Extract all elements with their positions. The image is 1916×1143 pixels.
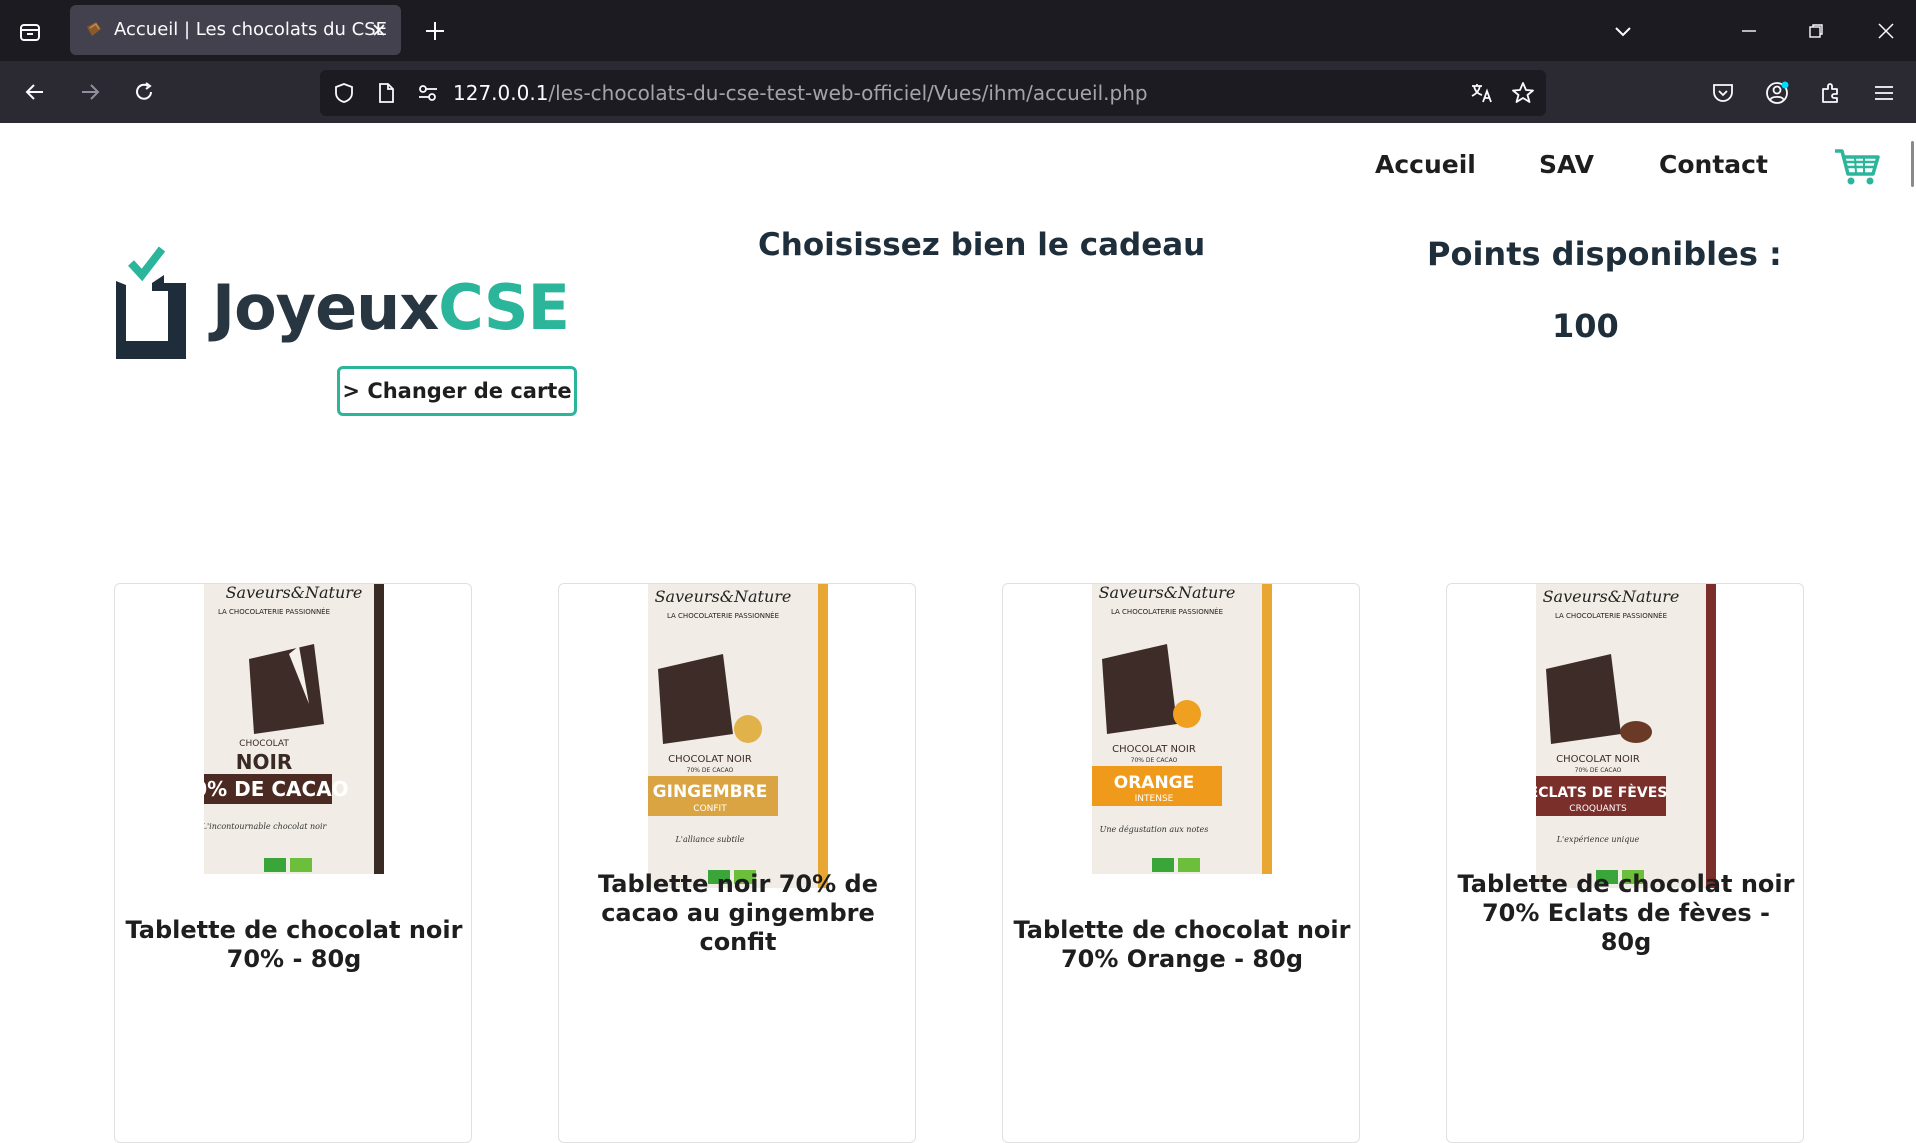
page-icon[interactable]	[372, 79, 400, 107]
svg-text:CHOCOLAT NOIR: CHOCOLAT NOIR	[668, 754, 752, 765]
product-image[interactable]: Saveurs&Nature LA CHOCOLATERIE PASSIONNÉ…	[1092, 584, 1272, 874]
points-value: 100	[1552, 307, 1619, 345]
svg-text:Saveurs&Nature: Saveurs&Nature	[1099, 584, 1236, 602]
tab-title: Accueil | Les chocolats du CSE	[114, 19, 388, 40]
pocket-icon[interactable]	[1708, 78, 1738, 108]
menu-icon[interactable]	[1869, 78, 1899, 108]
svg-text:Une dégustation aux notes: Une dégustation aux notes	[1100, 825, 1209, 834]
page-scrollbar-thumb[interactable]	[1911, 141, 1914, 187]
svg-text:Saveurs&Nature: Saveurs&Nature	[655, 587, 792, 606]
restore-icon[interactable]	[1801, 16, 1831, 46]
svg-text:CHOCOLAT: CHOCOLAT	[239, 739, 289, 749]
svg-text:Saveurs&Nature: Saveurs&Nature	[1543, 587, 1680, 606]
account-icon[interactable]	[1762, 78, 1792, 108]
back-icon[interactable]	[20, 77, 50, 107]
svg-text:70% DE CACAO: 70% DE CACAO	[1575, 767, 1622, 774]
url-path: /les-chocolats-du-cse-test-web-officiel/…	[548, 81, 1148, 105]
site-permissions-icon[interactable]	[414, 79, 442, 107]
product-image[interactable]: Saveurs&Nature LA CHOCOLATERIE PASSIONNÉ…	[204, 584, 384, 874]
svg-text:Saveurs&Nature: Saveurs&Nature	[226, 584, 363, 602]
url-text[interactable]: 127.0.0.1/les-chocolats-du-cse-test-web-…	[453, 70, 1148, 116]
svg-text:CHOCOLAT NOIR: CHOCOLAT NOIR	[1112, 744, 1196, 755]
extensions-icon[interactable]	[1816, 78, 1846, 108]
browser-tab-active[interactable]: Accueil | Les chocolats du CSE	[70, 5, 401, 55]
favicon-icon	[84, 19, 104, 39]
product-title[interactable]: Tablette de chocolat noir 70% Eclats de …	[1457, 870, 1795, 957]
svg-text:CHOCOLAT NOIR: CHOCOLAT NOIR	[1556, 754, 1640, 765]
url-bar[interactable]: 127.0.0.1/les-chocolats-du-cse-test-web-…	[320, 70, 1546, 116]
svg-text:L'incontournable chocolat noir: L'incontournable chocolat noir	[204, 822, 328, 831]
logo-text-cse: CSE	[438, 271, 570, 344]
url-host: 127.0.0.1	[453, 81, 549, 105]
page-headline: Choisissez bien le cadeau	[758, 227, 1206, 263]
svg-text:70% DE CACAO: 70% DE CACAO	[1131, 757, 1178, 764]
close-window-icon[interactable]	[1871, 16, 1901, 46]
new-tab-icon[interactable]	[420, 16, 450, 46]
product-card[interactable]: Saveurs&Nature LA CHOCOLATERIE PASSIONNÉ…	[114, 583, 472, 1143]
reload-icon[interactable]	[129, 77, 159, 107]
joyeuxcse-logo: JoyeuxCSE	[112, 243, 572, 373]
product-image[interactable]: Saveurs&Nature LA CHOCOLATERIE PASSIONNÉ…	[1536, 584, 1716, 888]
tab-list-icon[interactable]	[16, 18, 44, 46]
product-card[interactable]: Saveurs&Nature LA CHOCOLATERIE PASSIONNÉ…	[1002, 583, 1360, 1143]
browser-tab-bar: Accueil | Les chocolats du CSE	[0, 0, 1916, 61]
svg-text:L'alliance subtile: L'alliance subtile	[674, 835, 744, 844]
logo-mark-icon	[116, 246, 186, 359]
list-all-tabs-icon[interactable]	[1608, 16, 1638, 46]
bookmark-star-icon[interactable]	[1509, 79, 1537, 107]
svg-text:LA CHOCOLATERIE PASSIONNÉE: LA CHOCOLATERIE PASSIONNÉE	[667, 611, 779, 620]
translate-icon[interactable]	[1468, 79, 1496, 107]
points-label: Points disponibles :	[1427, 235, 1782, 273]
close-tab-icon[interactable]	[367, 18, 391, 42]
svg-text:GINGEMBRE: GINGEMBRE	[653, 782, 768, 802]
product-card[interactable]: Saveurs&Nature LA CHOCOLATERIE PASSIONNÉ…	[1446, 583, 1804, 1143]
product-image[interactable]: Saveurs&Nature LA CHOCOLATERIE PASSIONNÉ…	[648, 584, 828, 888]
nav-link-accueil[interactable]: Accueil	[1375, 150, 1476, 179]
svg-text:LA CHOCOLATERIE PASSIONNÉE: LA CHOCOLATERIE PASSIONNÉE	[218, 607, 330, 616]
nav-link-sav[interactable]: SAV	[1539, 150, 1594, 179]
product-title[interactable]: Tablette noir 70% de cacao au gingembre …	[569, 870, 907, 957]
svg-text:CROQUANTS: CROQUANTS	[1569, 804, 1627, 814]
svg-text:NOIR: NOIR	[236, 750, 293, 774]
logo-text: JoyeuxCSE	[212, 271, 570, 344]
svg-text:L'expérience unique: L'expérience unique	[1556, 835, 1640, 844]
product-title[interactable]: Tablette de chocolat noir 70% Orange - 8…	[1013, 916, 1351, 974]
svg-text:70% DE CACAO: 70% DE CACAO	[687, 767, 734, 774]
svg-text:LA CHOCOLATERIE PASSIONNÉE: LA CHOCOLATERIE PASSIONNÉE	[1111, 607, 1223, 616]
svg-text:ÉCLATS DE FÈVES: ÉCLATS DE FÈVES	[1536, 784, 1667, 801]
change-card-button[interactable]: > Changer de carte	[337, 366, 577, 416]
page-content: Accueil SAV Contact JoyeuxCSE > Changer …	[0, 123, 1916, 1143]
shopping-cart-icon[interactable]	[1833, 147, 1881, 187]
minimize-icon[interactable]	[1734, 16, 1764, 46]
svg-text:ORANGE: ORANGE	[1114, 773, 1195, 793]
nav-link-contact[interactable]: Contact	[1659, 150, 1768, 179]
logo-text-joyeux: Joyeux	[212, 271, 439, 344]
svg-text:CONFIT: CONFIT	[693, 804, 727, 814]
svg-text:LA CHOCOLATERIE PASSIONNÉE: LA CHOCOLATERIE PASSIONNÉE	[1555, 611, 1667, 620]
svg-text:INTENSE: INTENSE	[1135, 794, 1174, 804]
product-card[interactable]: Saveurs&Nature LA CHOCOLATERIE PASSIONNÉ…	[558, 583, 916, 1143]
product-title[interactable]: Tablette de chocolat noir 70% - 80g	[125, 916, 463, 974]
shield-icon[interactable]	[330, 79, 358, 107]
svg-text:70% DE CACAO: 70% DE CACAO	[204, 777, 349, 801]
forward-icon[interactable]	[75, 77, 105, 107]
